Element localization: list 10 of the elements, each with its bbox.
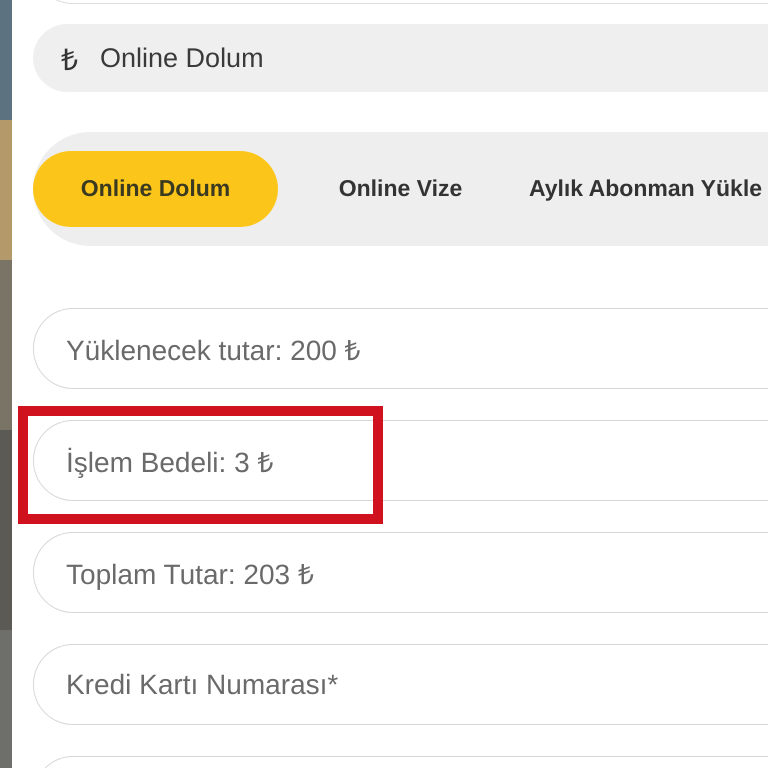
input-field[interactable]: İşlem Bedeli: 3 ₺ <box>33 420 768 501</box>
payment-method-field[interactable]: ₺ Online Dolum <box>33 24 768 92</box>
input-field[interactable]: Kredi Kartı Numarası* <box>33 644 768 725</box>
lira-icon: ₺ <box>61 38 78 78</box>
tab[interactable]: Online Dolum <box>33 151 278 227</box>
input-field[interactable]: Yüklenecek tutar: 200 ₺ <box>33 308 768 389</box>
method-label: Online Dolum <box>100 42 264 74</box>
tab[interactable]: Online Vize <box>278 151 523 227</box>
tab[interactable]: Aylık Abonman Yükle <box>523 151 768 227</box>
input-field[interactable]: Toplam Tutar: 203 ₺ <box>33 532 768 613</box>
